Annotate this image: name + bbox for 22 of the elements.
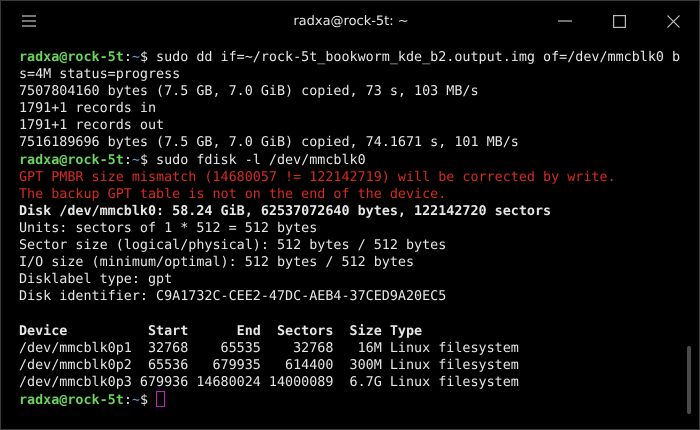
output-line: /dev/mmcblk0p1 32768 65535 32768 16M Linux filesystem: [19, 340, 519, 357]
output-line: 7507804160 bytes (7.5 GB, 7.0 GiB) copied, 73 s, 103 MB/s: [19, 83, 479, 100]
output-line: 1791+1 records in: [19, 100, 156, 118]
window-title: radxa@rock-5t: ~: [293, 14, 409, 28]
output-line: Sector size (logical/physical): 512 bytes / 512 bytes: [19, 237, 446, 254]
output-line: s=4M status=progress: [19, 66, 180, 84]
output-line: Disk /dev/mmcblk0: 58.24 GiB, 62537072640 bytes, 122142720 sectors: [19, 202, 552, 220]
output-line: 1791+1 records out: [19, 117, 164, 134]
output-line: Disk identifier: C9A1732C-CEE2-47DC-AEB4-37CED9A20EC5: [19, 288, 446, 306]
output-line: /dev/mmcblk0p3 679936 14680024 14000089 6.7G Linux filesystem: [19, 374, 519, 391]
output-line: I/O size (minimum/optimal): 512 bytes / 512 bytes: [19, 254, 414, 272]
output-line: /dev/mmcblk0p2 65536 679935 614400 300M Linux filesystem: [19, 356, 519, 374]
error-message: GPT PMBR size mismatch (14680057 != 122142719) will be corrected by write.: [19, 168, 616, 186]
output-line: Disklabel type: gpt: [19, 271, 172, 288]
output-line: Units: sectors of 1 * 512 = 512 bytes: [19, 220, 318, 238]
scrollbar[interactable]: [687, 346, 691, 414]
output-line: Device Start End Sectors Size Type: [19, 322, 422, 340]
prompt-line: radxa@rock-5t:~$ sudo fdisk -l /dev/mmcblk0: [19, 152, 366, 169]
prompt-line: radxa@rock-5t:~$ sudo dd if=~/rock-5t_bookworm_kde_b2.output.img of=/dev/mmcblk0 b: [19, 49, 680, 66]
output-line: 7516189696 bytes (7.5 GB, 7.0 GiB) copied, 74.1671 s, 101 MB/s: [19, 134, 519, 152]
error-message: The backup GPT table is not on the end of the device.: [19, 186, 446, 203]
prompt-line: radxa@rock-5t:~$: [19, 390, 165, 408]
